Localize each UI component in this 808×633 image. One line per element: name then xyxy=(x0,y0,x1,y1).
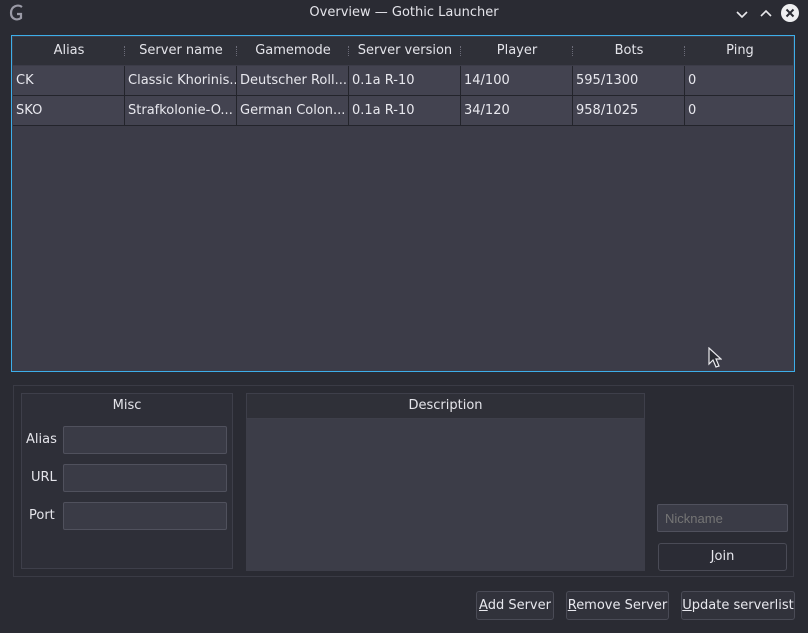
title-bar: Overview — Gothic Launcher xyxy=(0,0,808,27)
table-row[interactable]: SKO Strafkolonie-O... German Colon... 0.… xyxy=(13,96,793,126)
update-serverlist-button[interactable]: Update serverlist xyxy=(681,591,795,620)
column-header-server-name[interactable]: Server name xyxy=(125,37,237,65)
port-field[interactable] xyxy=(63,502,227,530)
column-header-alias[interactable]: Alias xyxy=(13,37,125,65)
remove-server-button[interactable]: Remove Server xyxy=(566,591,669,620)
cell-gamemode: German Colon... xyxy=(237,96,349,125)
minimize-icon[interactable] xyxy=(733,5,751,23)
close-button[interactable] xyxy=(781,4,799,22)
cell-server-version: 0.1a R-10 xyxy=(349,66,461,95)
table-header: Alias Server name Gamemode Server versio… xyxy=(13,37,793,65)
url-label: URL xyxy=(31,470,57,485)
description-text[interactable] xyxy=(246,419,645,571)
cell-ping: 0 xyxy=(688,73,697,88)
cell-alias: SKO xyxy=(13,96,125,125)
alias-label: Alias xyxy=(26,432,57,447)
nickname-input[interactable] xyxy=(657,504,788,532)
join-button[interactable]: Join xyxy=(658,543,787,571)
mouse-cursor-icon xyxy=(708,347,722,368)
cell-alias: CK xyxy=(13,66,125,95)
column-header-ping[interactable]: Ping xyxy=(685,37,795,65)
cell-player: 34/120 xyxy=(461,96,573,125)
column-header-bots[interactable]: Bots xyxy=(573,37,685,65)
column-header-server-version[interactable]: Server version xyxy=(349,37,461,65)
add-server-button[interactable]: Add Server xyxy=(476,591,554,620)
close-icon xyxy=(785,8,795,18)
cell-bots: 595/1300 xyxy=(573,66,685,95)
column-header-player[interactable]: Player xyxy=(461,37,573,65)
maximize-icon[interactable] xyxy=(757,5,775,23)
cell-player: 14/100 xyxy=(461,66,573,95)
cell-server-version: 0.1a R-10 xyxy=(349,96,461,125)
cell-bots: 958/1025 xyxy=(573,96,685,125)
description-header: Description xyxy=(246,393,645,419)
cell-gamemode: Deutscher Roll... xyxy=(237,66,349,95)
misc-title: Misc xyxy=(112,398,142,413)
url-field[interactable] xyxy=(63,464,227,492)
server-table[interactable]: Alias Server name Gamemode Server versio… xyxy=(11,35,795,372)
window-title: Overview — Gothic Launcher xyxy=(309,5,499,20)
port-label: Port xyxy=(29,508,55,523)
cell-server-name: Strafkolonie-O... xyxy=(125,96,237,125)
cell-server-name: Classic Khorinis... xyxy=(125,66,237,95)
cell-ping: 0 xyxy=(688,103,697,118)
table-row[interactable]: CK Classic Khorinis... Deutscher Roll...… xyxy=(13,66,793,96)
column-header-gamemode[interactable]: Gamemode xyxy=(237,37,349,65)
alias-field[interactable] xyxy=(63,426,227,454)
